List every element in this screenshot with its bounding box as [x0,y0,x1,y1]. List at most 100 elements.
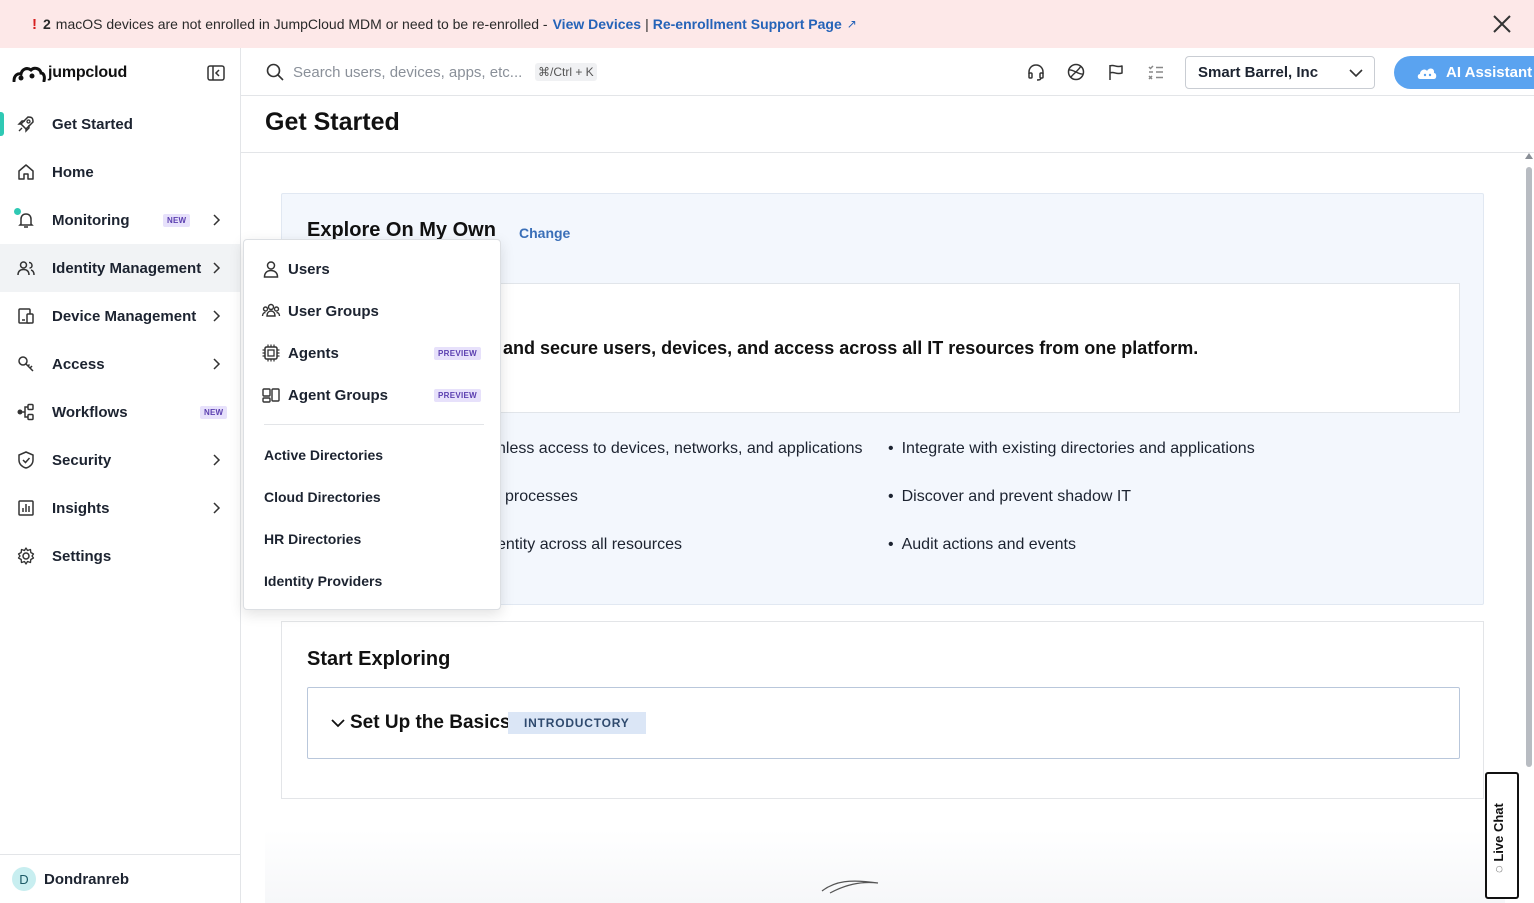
menu-item-identity-providers[interactable]: Identity Providers [244,560,500,602]
start-exploring-title: Start Exploring [307,648,451,670]
logo-text: jumpcloud [48,64,128,81]
sidebar-item-security[interactable]: Security [0,436,240,484]
close-icon[interactable] [1490,12,1514,36]
globe-icon[interactable] [1066,62,1086,82]
agent-group-icon [262,388,280,403]
key-icon [18,356,34,372]
menu-item-user-groups[interactable]: User Groups [244,290,500,332]
scroll-up-arrow[interactable] [1525,153,1533,159]
view-devices-link[interactable]: View Devices [553,16,641,32]
menu-item-users[interactable]: Users [244,248,500,290]
bullet-right-1: Integrate with existing directories and … [888,440,1255,458]
identity-management-menu: Users User Groups Agents PREVIEW Agent G… [243,239,501,610]
bullet-left-2: processes [505,488,578,505]
collapse-sidebar-icon[interactable] [206,63,226,83]
chevron-right-icon [213,310,221,322]
sidebar-item-access[interactable]: Access [0,340,240,388]
bullet-right-2: Discover and prevent shadow IT [888,488,1131,506]
header-divider [241,152,1534,153]
introductory-badge: INTRODUCTORY [508,712,646,734]
menu-item-label: Agent Groups [288,386,388,404]
chevron-down-icon [331,719,345,728]
bird-icon [821,880,879,894]
sidebar-item-settings[interactable]: Settings [0,532,240,580]
menu-item-active-directories[interactable]: Active Directories [244,434,500,476]
start-exploring-card: Start Exploring Set Up the Basics INTROD… [281,621,1484,799]
menu-item-cloud-directories[interactable]: Cloud Directories [244,476,500,518]
bar-chart-icon [18,500,34,516]
sidebar-item-label: Identity Management [52,259,202,277]
external-link-icon: ↗ [846,17,857,31]
sidebar-item-label: Home [52,163,94,181]
user-profile[interactable]: D Dondranreb [0,854,240,903]
enrollment-warning-banner: ! 2 macOS devices are not enrolled in Ju… [0,0,1534,48]
sidebar-item-device-management[interactable]: Device Management [0,292,240,340]
sidebar-item-monitoring[interactable]: Monitoring NEW [0,196,240,244]
sidebar-item-home[interactable]: Home [0,148,240,196]
sidebar-item-identity-management[interactable]: Identity Management [0,244,240,292]
menu-item-label: Agents [288,344,339,362]
live-chat-button[interactable]: ◌ Live Chat [1485,772,1519,899]
accordion-title: Set Up the Basics [350,712,511,733]
page-scrollbar[interactable] [1524,153,1534,903]
menu-item-hr-directories[interactable]: HR Directories [244,518,500,560]
organization-select[interactable]: Smart Barrel, Inc [1185,56,1375,89]
live-chat-text: Live Chat [1491,803,1506,862]
menu-item-agents[interactable]: Agents PREVIEW [244,332,500,374]
chevron-right-icon [213,214,221,226]
sidebar-item-get-started[interactable]: Get Started [0,100,240,148]
cloud-logo-icon [12,66,46,82]
change-link[interactable]: Change [519,225,570,241]
devices-icon [18,308,34,324]
search-input[interactable] [293,61,523,83]
menu-item-label: Users [288,260,330,278]
keyboard-shortcut: ⌘/Ctrl + K [535,63,597,81]
chevron-right-icon [213,262,221,274]
cloud-bot-icon [1417,68,1437,79]
decorative-illustration [265,830,1505,903]
banner-separator: | [645,16,649,32]
organization-name: Smart Barrel, Inc [1198,64,1319,81]
flag-icon[interactable] [1106,62,1126,82]
ai-assistant-button[interactable]: AI Assistant [1394,56,1534,89]
bullet-right-3: Audit actions and events [888,536,1076,554]
sidebar-item-label: Workflows [52,403,128,421]
sidebar-item-label: Get Started [52,115,133,133]
sidebar-item-label: Monitoring [52,211,130,229]
sidebar-item-workflows[interactable]: Workflows NEW [0,388,240,436]
workflow-icon [17,403,34,421]
live-chat-label: ◌ Live Chat [1491,803,1506,873]
sidebar-item-label: Settings [52,547,112,565]
bullet-left-1: nless access to devices, networks, and a… [497,440,863,457]
ai-assistant-label: AI Assistant [1446,64,1533,81]
set-up-basics-accordion[interactable]: Set Up the Basics INTRODUCTORY [307,687,1460,759]
menu-item-label: User Groups [288,302,379,320]
preview-badge: PREVIEW [434,389,481,402]
gear-icon [17,547,35,565]
sidebar-item-label: Access [52,355,105,373]
chip-icon [262,344,280,362]
scroll-thumb[interactable] [1526,167,1532,767]
top-bar: ⌘/Ctrl + K Smart Barrel, Inc AI Assistan… [241,48,1534,96]
sidebar-item-label: Device Management [52,307,197,325]
jumpcloud-logo[interactable]: jumpcloud [12,62,127,84]
chevron-right-icon [213,358,221,370]
sidebar: jumpcloud Get Started Home Monitoring NE… [0,48,241,903]
sidebar-nav: Get Started Home Monitoring NEW Identity… [0,100,240,580]
sidebar-item-label: Insights [52,499,110,517]
avatar: D [12,867,36,891]
checklist-icon[interactable] [1146,62,1166,82]
chat-bubble-icon: ◌ [1491,861,1506,873]
sidebar-item-insights[interactable]: Insights [0,484,240,532]
re-enrollment-support-link[interactable]: Re-enrollment Support Page [653,16,842,32]
user-icon [263,261,279,278]
explore-headline: and secure users, devices, and access ac… [503,338,1199,358]
page-title: Get Started [265,108,400,136]
menu-divider [264,424,484,425]
headset-icon[interactable] [1026,62,1046,82]
chevron-right-icon [213,454,221,466]
user-name: Dondranreb [44,870,130,888]
new-badge: NEW [200,406,228,419]
menu-item-agent-groups[interactable]: Agent Groups PREVIEW [244,374,500,416]
banner-message: macOS devices are not enrolled in JumpCl… [55,16,548,32]
